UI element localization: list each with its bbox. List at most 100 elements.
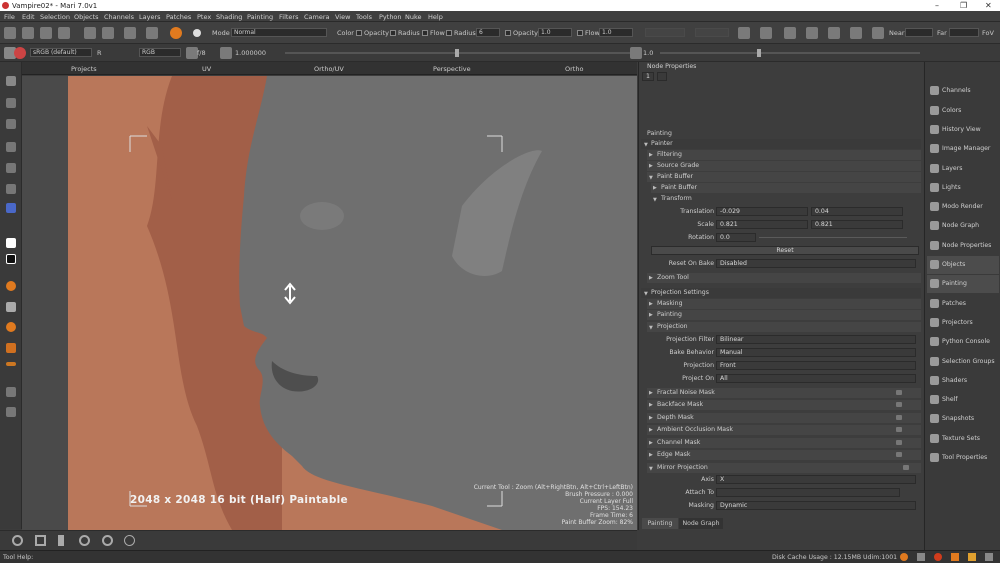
shelf-item-texture-sets[interactable]: Texture Sets [927, 430, 999, 448]
node-properties-field[interactable]: 1 [642, 72, 654, 81]
grid-icon[interactable] [738, 27, 750, 39]
shelf-item-modo-render[interactable]: Modo Render [927, 198, 999, 216]
flow-checkbox[interactable] [422, 30, 428, 36]
camera-icon[interactable] [124, 27, 136, 39]
depth-mask-section[interactable]: Depth Mask [647, 413, 921, 423]
tab-perspective[interactable]: Perspective [433, 65, 471, 73]
channel-mask-section[interactable]: Channel Mask [647, 438, 921, 448]
flow-input[interactable]: 1.0 [599, 28, 633, 37]
shelf-item-objects[interactable]: Objects [927, 256, 999, 274]
paint-buffer-subsection[interactable]: Paint Buffer [651, 183, 921, 193]
status-record-icon[interactable] [934, 553, 942, 561]
menu-ptex[interactable]: Ptex [197, 13, 211, 21]
bake-behavior-dropdown[interactable]: Manual [716, 348, 916, 357]
menu-shading[interactable]: Shading [216, 13, 242, 21]
dolly-icon[interactable] [58, 535, 64, 546]
close-icon[interactable]: ✕ [985, 1, 992, 10]
masking-dropdown[interactable]: Dynamic [716, 501, 916, 510]
lasso-icon[interactable] [784, 27, 796, 39]
opacity-input[interactable]: 1.0 [538, 28, 572, 37]
mirror-icon[interactable] [872, 27, 884, 39]
menu-tools[interactable]: Tools [356, 13, 372, 21]
tab-ortho-uv[interactable]: Ortho/UV [314, 65, 344, 73]
select-tool-icon[interactable] [6, 76, 16, 86]
projection-settings-section[interactable]: Projection Settings [641, 288, 921, 298]
menu-camera[interactable]: Camera [304, 13, 330, 21]
transform-section[interactable]: Transform [651, 194, 921, 204]
painting-section[interactable]: Painting [647, 310, 921, 320]
edge-mask-section[interactable]: Edge Mask [647, 450, 921, 460]
gamma-icon[interactable] [630, 47, 642, 59]
export-icon[interactable] [58, 27, 70, 39]
menu-nuke[interactable]: Nuke [405, 13, 422, 21]
colorspace-dropdown[interactable]: sRGB (default) [30, 48, 92, 57]
shelf-item-selection-groups[interactable]: Selection Groups [927, 353, 999, 371]
near-input[interactable] [905, 28, 933, 37]
attach-to-dropdown[interactable] [716, 488, 900, 497]
status-indicator-icon[interactable] [900, 553, 908, 561]
scale-x-input[interactable]: 0.821 [716, 220, 808, 229]
menu-filters[interactable]: Filters [279, 13, 298, 21]
zoom-tool-section[interactable]: Zoom Tool [647, 273, 921, 283]
gain-value[interactable]: 1.000000 [235, 49, 266, 57]
painter-section[interactable]: Painter [641, 139, 921, 149]
menu-painting[interactable]: Painting [247, 13, 273, 21]
texture-tool-icon[interactable] [6, 407, 16, 417]
shelf-item-node-graph[interactable]: Node Graph [927, 217, 999, 235]
shelf-item-painting[interactable]: Painting [927, 275, 999, 293]
channel-mask-toggle[interactable] [896, 440, 902, 445]
menu-file[interactable]: File [4, 13, 15, 21]
shelf-item-projectors[interactable]: Projectors [927, 314, 999, 332]
ambient-occlusion-mask-toggle[interactable] [896, 427, 902, 432]
gain-icon[interactable] [220, 47, 232, 59]
lasso-tool-icon[interactable] [6, 163, 16, 173]
new-project-icon[interactable] [4, 27, 16, 39]
color-wheel-icon[interactable] [14, 47, 26, 59]
scale-y-input[interactable]: 0.821 [811, 220, 903, 229]
menu-edit[interactable]: Edit [22, 13, 35, 21]
projection-section[interactable]: Projection [647, 322, 921, 332]
undo-view-icon[interactable] [12, 535, 23, 546]
fractal-noise-mask-toggle[interactable] [896, 390, 902, 395]
background-color-swatch[interactable] [6, 254, 16, 264]
tab-painting-panel[interactable]: Painting [642, 518, 678, 529]
shelf-item-channels[interactable]: Channels [927, 82, 999, 100]
zoom-tool-icon[interactable] [6, 98, 16, 108]
rotation-slider[interactable] [759, 237, 907, 238]
projection-filter-dropdown[interactable]: Bilinear [716, 335, 916, 344]
ambient-occlusion-mask-section[interactable]: Ambient Occlusion Mask [647, 425, 921, 435]
menu-help[interactable]: Help [428, 13, 443, 21]
flow2-checkbox[interactable] [577, 30, 583, 36]
gain-slider-handle[interactable] [455, 49, 459, 57]
transform-icon[interactable] [806, 27, 818, 39]
paint-brush-icon[interactable] [170, 27, 182, 39]
source-grade-section[interactable]: Source Grade [647, 161, 921, 171]
tab-ortho[interactable]: Ortho [565, 65, 583, 73]
shelf-item-snapshots[interactable]: Snapshots [927, 410, 999, 428]
mirror-projection-toggle[interactable] [903, 465, 909, 470]
gamma-value[interactable]: 1.0 [643, 49, 653, 57]
shelf-item-shelf[interactable]: Shelf [927, 391, 999, 409]
status-gpu-icon[interactable] [968, 553, 976, 561]
shelf-item-layers[interactable]: Layers [927, 160, 999, 178]
status-info-icon[interactable] [985, 553, 993, 561]
3d-viewport[interactable]: 2048 x 2048 16 bit (Half) Paintable Curr… [22, 76, 637, 530]
maximize-icon[interactable]: ❐ [960, 1, 967, 10]
brush-dot-icon[interactable] [193, 29, 201, 37]
paint-tool-icon[interactable] [6, 281, 16, 291]
shelf-item-colors[interactable]: Colors [927, 102, 999, 120]
tab-node-graph-panel[interactable]: Node Graph [679, 518, 723, 529]
transform-tool-icon[interactable] [6, 343, 16, 353]
backface-mask-section[interactable]: Backface Mask [647, 400, 921, 410]
masking-section[interactable]: Masking [647, 299, 921, 309]
far-input[interactable] [949, 28, 979, 37]
menu-patches[interactable]: Patches [166, 13, 191, 21]
eraser-tool-icon[interactable] [6, 203, 16, 213]
shelf-item-node-properties[interactable]: Node Properties [927, 237, 999, 255]
shelf-item-tool-properties[interactable]: Tool Properties [927, 449, 999, 467]
fstop-value[interactable]: f/8 [197, 49, 206, 57]
translation-x-input[interactable]: -0.029 [716, 207, 808, 216]
status-warning-icon[interactable] [951, 553, 959, 561]
shelf-item-python-console[interactable]: Python Console [927, 333, 999, 351]
mirror-projection-section[interactable]: Mirror Projection [647, 463, 921, 473]
